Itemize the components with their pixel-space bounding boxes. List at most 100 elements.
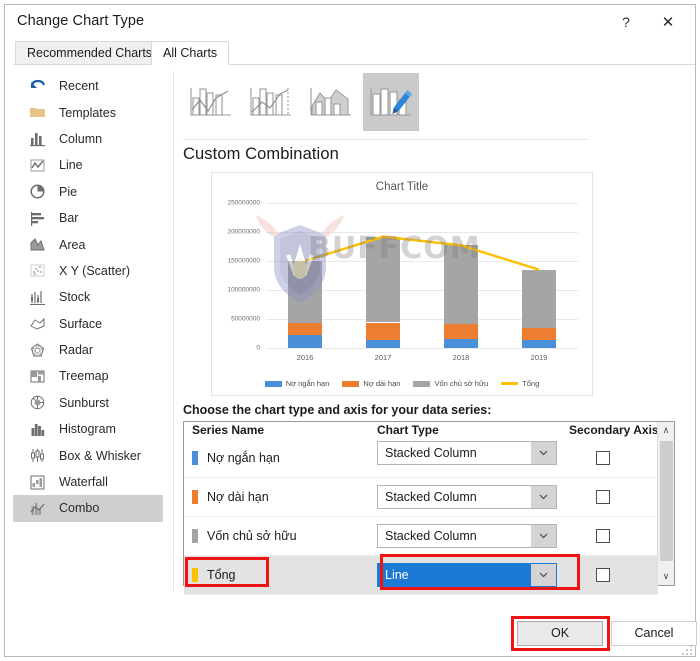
sidebar-item-column[interactable]: Column [13,126,163,152]
secondary-axis-checkbox[interactable] [596,490,610,504]
tab-recommended-charts[interactable]: Recommended Charts [15,41,164,65]
chart-type-dropdown[interactable]: Stacked Column [377,441,557,465]
chart-type-dropdown[interactable]: Line [377,563,557,587]
legend-item: Nợ ngắn hạn [265,379,330,388]
chart-type-value: Stacked Column [385,442,477,464]
sidebar-item-waterfall[interactable]: Waterfall [13,469,163,495]
close-icon[interactable]: ✕ [655,10,681,34]
chevron-down-icon[interactable] [531,525,556,547]
sidebar-item-line[interactable]: Line [13,152,163,178]
scatter-chart-icon [29,262,46,279]
sidebar-item-label: Column [59,132,102,146]
thumbnail-clustered-column-line[interactable] [183,73,239,131]
dialog-footer: OK Cancel [5,610,695,658]
sidebar-item-surface[interactable]: Surface [13,311,163,337]
sidebar-item-sunburst[interactable]: Sunburst [13,390,163,416]
series-row[interactable]: Nợ ngắn hạn Stacked Column [184,439,658,478]
chart-type-value: Line [385,564,409,586]
sidebar-item-treemap[interactable]: Treemap [13,363,163,389]
legend-label: Nợ dài hạn [363,379,400,388]
sidebar-item-box-whisker[interactable]: Box & Whisker [13,442,163,468]
sidebar-item-label: Box & Whisker [59,449,141,463]
thumbnail-clustered-column-line-secondary-axis[interactable] [243,73,299,131]
x-axis-tick-label: 2018 [453,353,470,362]
secondary-axis-checkbox[interactable] [596,568,610,582]
legend-label: Tổng [522,379,539,388]
secondary-axis-checkbox[interactable] [596,451,610,465]
sidebar-item-label: Radar [59,343,93,357]
thumbnail-divider [183,139,588,140]
sidebar-item-label: Waterfall [59,475,108,489]
help-icon[interactable]: ? [613,10,639,34]
chevron-down-icon[interactable] [531,564,556,586]
sidebar-item-label: X Y (Scatter) [59,264,130,278]
legend-swatch [413,381,430,387]
sidebar-item-label: Stock [59,290,90,304]
resize-grip-icon[interactable] [682,645,692,655]
series-row[interactable]: Vốn chủ sở hữu Stacked Column [184,517,658,556]
thumbnail-stacked-area-clustered-column[interactable] [303,73,359,131]
chevron-down-icon[interactable] [531,486,556,508]
dialog-title-bar: Change Chart Type ? ✕ [5,5,695,40]
series-row[interactable]: Tổng Line [184,556,658,595]
stock-chart-icon [29,289,46,306]
sidebar-item-radar[interactable]: Radar [13,337,163,363]
chart-type-value: Stacked Column [385,486,477,508]
scrollbar-thumb[interactable] [660,441,673,561]
sidebar-item-label: Sunburst [59,396,109,410]
sidebar-item-recent[interactable]: Recent [13,73,163,99]
waterfall-icon [29,474,46,491]
surface-chart-icon [29,315,46,332]
scroll-up-icon[interactable]: ∧ [658,422,674,439]
sidebar-item-x-y-scatter[interactable]: X Y (Scatter) [13,258,163,284]
y-axis-tick-label: 0 [256,345,260,352]
sidebar-item-label: Bar [59,211,78,225]
x-axis-tick-label: 2017 [375,353,392,362]
chart-type-dropdown[interactable]: Stacked Column [377,485,557,509]
sidebar-item-templates[interactable]: Templates [13,99,163,125]
series-table: Series Name Chart Type Secondary Axis Nợ… [183,421,675,586]
x-axis-tick-label: 2019 [531,353,548,362]
y-axis-tick-label: 200000000 [227,229,260,236]
series-row[interactable]: Nợ dài hạn Stacked Column [184,478,658,517]
series-color-swatch [192,568,198,582]
series-table-instruction: Choose the chart type and axis for your … [183,403,491,417]
x-axis-tick-label: 2016 [297,353,314,362]
chart-type-dropdown[interactable]: Stacked Column [377,524,557,548]
dialog-title: Change Chart Type [17,13,144,29]
series-name-label: Vốn chủ sở hữu [207,529,297,543]
legend-swatch [342,381,359,387]
thumbnail-custom-combination[interactable] [363,73,419,131]
sidebar-item-bar[interactable]: Bar [13,205,163,231]
sidebar-item-label: Line [59,158,83,172]
sidebar-item-area[interactable]: Area [13,231,163,257]
legend-item: Tổng [501,379,539,388]
legend-label: Vốn chủ sở hữu [434,379,488,388]
header-series-name: Series Name [192,423,264,437]
series-name-cell: Nợ ngắn hạn [192,451,280,465]
change-chart-type-dialog: Change Chart Type ? ✕ Recommended Charts… [4,4,696,657]
sidebar-item-label: Templates [59,106,116,120]
sidebar-item-label: Treemap [59,369,109,383]
ok-button[interactable]: OK [517,621,603,646]
chart-legend: Nợ ngắn hạn Nợ dài hạn Vốn chủ sở hữu Tổng [212,379,592,388]
y-axis-tick-label: 150000000 [227,258,260,265]
sidebar-item-histogram[interactable]: Histogram [13,416,163,442]
scroll-down-icon[interactable]: ∨ [658,568,674,585]
series-color-swatch [192,451,198,465]
tab-all-charts[interactable]: All Charts [151,41,229,65]
series-table-scrollbar[interactable]: ∧ ∨ [657,422,674,585]
chart-preview: Chart Title 0500000001000000001500000002… [211,172,593,396]
sidebar-item-combo[interactable]: Combo [13,495,163,521]
legend-item: Nợ dài hạn [342,379,400,388]
header-secondary-axis: Secondary Axis [569,423,659,437]
sidebar-divider [173,71,174,591]
cancel-button[interactable]: Cancel [611,621,697,646]
y-axis-tick-label: 250000000 [227,200,260,207]
chevron-down-icon[interactable] [531,442,556,464]
secondary-axis-checkbox[interactable] [596,529,610,543]
chart-plot-area: 0500000001000000001500000002000000002500… [266,203,578,348]
sidebar-item-stock[interactable]: Stock [13,284,163,310]
sidebar-item-pie[interactable]: Pie [13,179,163,205]
series-color-swatch [192,529,198,543]
